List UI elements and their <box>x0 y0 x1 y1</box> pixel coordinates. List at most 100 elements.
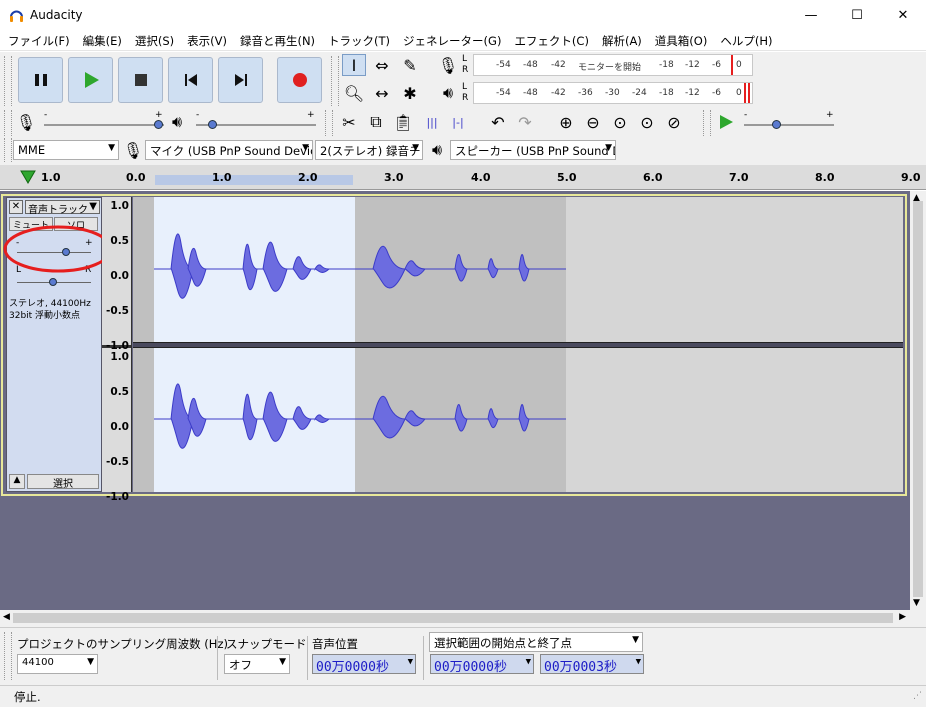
toolbar-grip[interactable] <box>331 56 339 106</box>
meter-peak-marker <box>744 83 746 103</box>
play-at-speed-button[interactable] <box>714 111 738 133</box>
chevron-down-icon: ▼ <box>412 143 419 153</box>
meter-tick: 0 <box>736 88 742 98</box>
track-menu-button[interactable]: 音声トラック ▼ <box>25 200 100 216</box>
zoom-toggle-icon[interactable]: ⊘ <box>662 111 686 133</box>
pause-button[interactable] <box>18 57 63 103</box>
playback-device-select[interactable]: スピーカー (USB PnP Sound D ▼ <box>450 140 616 160</box>
play-icon <box>84 72 99 88</box>
selection-end-field[interactable]: 00万0003秒 ▼ <box>540 654 644 675</box>
collapse-track-button[interactable]: ▲ <box>9 474 25 489</box>
cut-icon[interactable]: ✂ <box>337 111 361 133</box>
resize-grip-icon[interactable]: ⋰ <box>913 691 922 701</box>
play-speed-slider[interactable] <box>744 124 834 126</box>
slider-thumb[interactable] <box>772 120 781 129</box>
skip-to-end-button[interactable] <box>218 57 263 103</box>
menu-view[interactable]: 表示(V) <box>179 31 232 51</box>
minimize-button[interactable]: — <box>788 0 834 31</box>
scroll-right-icon[interactable]: ▶ <box>899 612 906 622</box>
project-rate-select[interactable]: 44100 ▼ <box>17 654 98 674</box>
menu-edit[interactable]: 編集(E) <box>75 31 127 51</box>
menu-select[interactable]: 選択(S) <box>127 31 179 51</box>
meter-tick: -42 <box>551 88 566 98</box>
scroll-left-icon[interactable]: ◀ <box>3 612 10 622</box>
track-close-button[interactable]: ✕ <box>9 200 23 214</box>
zoom-out-icon[interactable]: ⊖ <box>581 111 605 133</box>
paste-icon[interactable]: 📋︎ <box>391 111 415 133</box>
fit-project-icon[interactable]: ⊙ <box>635 111 659 133</box>
select-track-button[interactable]: 選択 <box>27 474 99 490</box>
amplitude-scale-label: -1.0 <box>106 491 129 503</box>
pan-slider-thumb[interactable] <box>49 278 57 286</box>
audacity-logo-icon <box>9 8 24 23</box>
slider-thumb[interactable] <box>154 120 163 129</box>
redo-icon[interactable]: ↷ <box>513 111 537 133</box>
input-volume-mic-icon: 🎙︎ <box>15 112 37 132</box>
toolbar-grip[interactable] <box>4 56 12 106</box>
scroll-thumb[interactable] <box>913 201 923 597</box>
skip-to-start-button[interactable] <box>168 57 213 103</box>
menu-help[interactable]: ヘルプ(H) <box>712 31 777 51</box>
maximize-button[interactable]: ☐ <box>834 0 880 31</box>
waveform-area[interactable] <box>133 197 903 492</box>
audio-position-field[interactable]: 00万0000秒 ▼ <box>312 654 416 675</box>
copy-icon[interactable]: ⧉ <box>364 111 388 133</box>
toolbar-grip[interactable] <box>4 110 12 136</box>
zoom-tool-icon[interactable]: 🔍︎ <box>342 82 366 104</box>
menu-analyze[interactable]: 解析(A) <box>594 31 647 51</box>
slider-thumb[interactable] <box>208 120 217 129</box>
stop-button[interactable] <box>118 57 163 103</box>
draw-tool-icon[interactable]: ✎ <box>398 54 422 76</box>
menu-effect[interactable]: エフェクト(C) <box>506 31 594 51</box>
record-button[interactable] <box>277 57 322 103</box>
audio-host-select[interactable]: MME ▼ <box>13 140 119 160</box>
vertical-scrollbar[interactable]: ▲ ▼ <box>910 191 926 610</box>
toolbar-grip[interactable] <box>4 138 12 162</box>
monitor-start-label[interactable]: モニターを開始 <box>578 60 641 73</box>
meter-tick: -12 <box>685 88 700 98</box>
timeline-ruler[interactable]: 1.0 0.0 1.0 2.0 3.0 4.0 5.0 6.0 7.0 8.0 … <box>0 165 926 190</box>
horizontal-scrollbar[interactable]: ◀ ▶ <box>0 610 926 627</box>
toolbar-grip[interactable] <box>325 110 333 136</box>
input-volume-slider[interactable] <box>44 124 164 126</box>
multi-tool-icon[interactable]: ✱ <box>398 82 422 104</box>
play-button[interactable] <box>68 57 113 103</box>
undo-icon[interactable]: ↶ <box>486 111 510 133</box>
selection-tool-icon[interactable]: I <box>342 54 366 76</box>
snap-mode-select[interactable]: オフ ▼ <box>224 654 290 674</box>
play-icon <box>720 115 733 129</box>
record-meter-mic-icon[interactable]: 🎙︎ <box>436 54 460 76</box>
chevron-down-icon: ▼ <box>525 657 531 667</box>
meter-tick: -6 <box>712 60 721 70</box>
audio-position-label: 音声位置 <box>312 637 358 651</box>
envelope-tool-icon[interactable]: ⇔ <box>370 54 394 76</box>
trim-audio-icon[interactable]: ||| <box>420 111 444 133</box>
scroll-thumb[interactable] <box>13 613 893 623</box>
pause-icon <box>34 74 47 86</box>
playback-meter[interactable]: -54 -48 -42 -36 -30 -24 -18 -12 -6 0 <box>473 82 753 104</box>
ruler-tick-label: 5.0 <box>557 171 577 184</box>
zoom-in-icon[interactable]: ⊕ <box>554 111 578 133</box>
waveform-burst <box>404 410 427 427</box>
menu-tools[interactable]: 道具箱(O) <box>647 31 713 51</box>
selection-mode-select[interactable]: 選択範囲の開始点と終了点 ▼ <box>429 632 643 652</box>
toolbar-grip[interactable] <box>703 110 711 136</box>
fit-selection-icon[interactable]: ⊙ <box>608 111 632 133</box>
menu-file[interactable]: ファイル(F) <box>0 31 75 51</box>
toolbar-grip[interactable] <box>4 632 12 680</box>
timeshift-tool-icon[interactable]: ↔ <box>370 82 394 104</box>
close-button[interactable]: ✕ <box>880 0 926 31</box>
scroll-down-icon[interactable]: ▼ <box>913 598 920 608</box>
selection-start-field[interactable]: 00万0000秒 ▼ <box>430 654 534 675</box>
menu-generate[interactable]: ジェネレーター(G) <box>395 31 506 51</box>
record-icon <box>292 73 307 87</box>
play-meter-speaker-icon[interactable]: 🔊︎ <box>436 82 460 104</box>
highlight-circle-annotation <box>3 225 113 273</box>
recording-channels-select[interactable]: 2(ステレオ) 録音チ ▼ <box>315 140 423 160</box>
play-head-icon[interactable] <box>20 170 36 184</box>
record-meter[interactable]: -54 -48 -42 モニターを開始 -18 -12 -6 0 <box>473 54 753 76</box>
menu-transport[interactable]: 録音と再生(N) <box>232 31 320 51</box>
recording-device-select[interactable]: マイク (USB PnP Sound Devic ▼ <box>145 140 313 160</box>
silence-audio-icon[interactable]: |-| <box>446 111 470 133</box>
menu-tracks[interactable]: トラック(T) <box>320 31 395 51</box>
